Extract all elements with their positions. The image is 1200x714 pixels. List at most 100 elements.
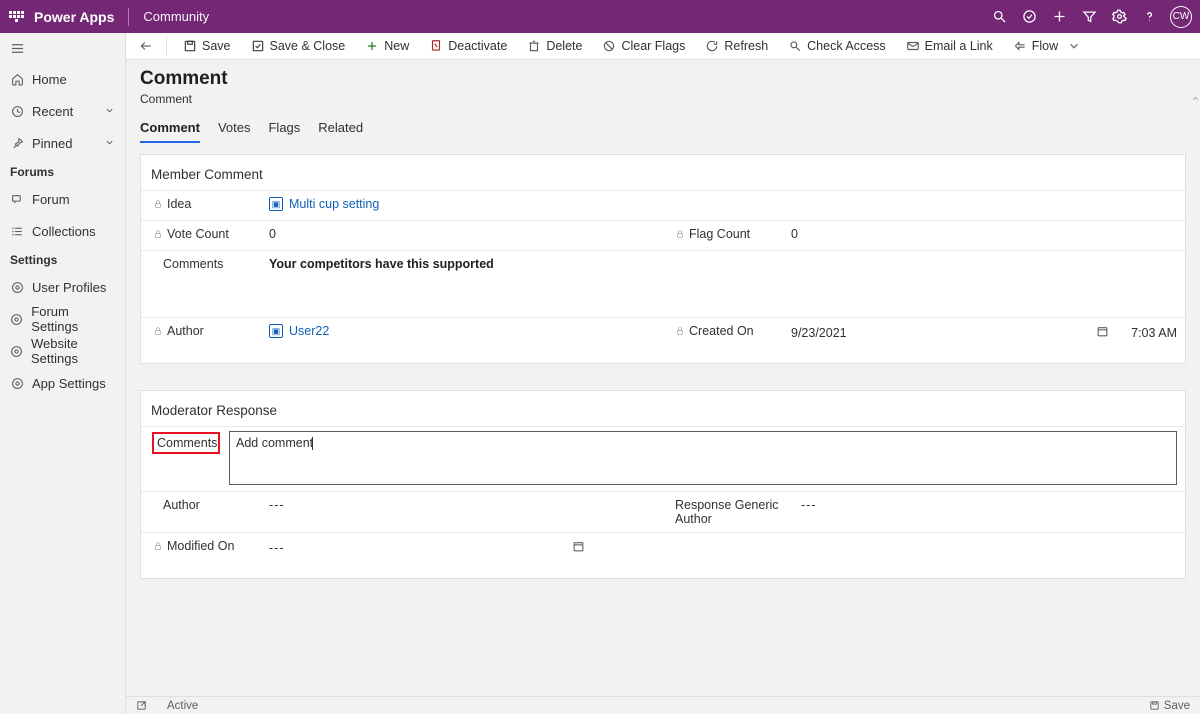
- add-icon[interactable]: [1044, 0, 1074, 33]
- nav-group-forums: Forums: [0, 159, 125, 183]
- value-flag-count[interactable]: 0: [783, 221, 1185, 250]
- record-state: Active: [167, 700, 198, 712]
- user-avatar[interactable]: CW: [1170, 6, 1192, 28]
- nav-forum[interactable]: Forum: [0, 183, 125, 215]
- value-comments[interactable]: Your competitors have this supported: [261, 251, 1185, 317]
- help-icon[interactable]: [1134, 0, 1164, 33]
- value-vote-count[interactable]: 0: [261, 221, 663, 250]
- tab-comment[interactable]: Comment: [140, 116, 200, 143]
- search-icon[interactable]: [984, 0, 1014, 33]
- cmd-label: Email a Link: [925, 39, 993, 53]
- cmd-label: Save & Close: [270, 39, 346, 53]
- nav-forum-settings[interactable]: Forum Settings: [0, 303, 125, 335]
- home-icon: [10, 72, 24, 86]
- tab-votes[interactable]: Votes: [218, 116, 251, 143]
- label-modified-on: Modified On: [141, 533, 261, 562]
- nav-label: App Settings: [32, 376, 106, 391]
- mod-comments-input[interactable]: Add comment: [229, 431, 1177, 485]
- nav-label: User Profiles: [32, 280, 106, 295]
- value-author[interactable]: ▣ User22: [261, 318, 663, 347]
- deactivate-button[interactable]: Deactivate: [421, 33, 515, 60]
- check-access-button[interactable]: Check Access: [780, 33, 894, 60]
- nav-label: Recent: [32, 104, 73, 119]
- status-bar: Active Save: [126, 696, 1200, 714]
- lock-icon: [153, 199, 163, 209]
- delete-button[interactable]: Delete: [519, 33, 590, 60]
- nav-app-settings[interactable]: App Settings: [0, 367, 125, 399]
- row-comments: Comments Your competitors have this supp…: [141, 250, 1185, 317]
- label-created-on: Created On: [663, 318, 783, 347]
- lookup-icon: ▣: [269, 197, 283, 211]
- form-tabs: Comment Votes Flags Related: [140, 116, 1186, 144]
- chevron-down-icon: [104, 136, 115, 151]
- nav-pinned[interactable]: Pinned: [0, 127, 125, 159]
- email-link-button[interactable]: Email a Link: [898, 33, 1001, 60]
- lock-icon: [153, 326, 163, 336]
- label-comments: Comments: [141, 251, 261, 317]
- task-icon[interactable]: [1014, 0, 1044, 33]
- nav-label: Home: [32, 72, 67, 87]
- gear-icon: [10, 376, 24, 390]
- value-modified-on[interactable]: ---: [261, 533, 663, 562]
- clear-flags-button[interactable]: Clear Flags: [594, 33, 693, 60]
- nav-website-settings[interactable]: Website Settings: [0, 335, 125, 367]
- filter-icon[interactable]: [1074, 0, 1104, 33]
- cmd-label: New: [384, 39, 409, 53]
- entity-name: Comment: [140, 92, 1186, 106]
- tab-related[interactable]: Related: [318, 116, 363, 143]
- refresh-button[interactable]: Refresh: [697, 33, 776, 60]
- gear-icon: [10, 312, 23, 326]
- app-name: Power Apps: [34, 9, 114, 25]
- app-launcher-icon[interactable]: [8, 9, 24, 25]
- row-mod-comments: Comments Add comment: [141, 426, 1185, 491]
- save-button[interactable]: Save: [175, 33, 239, 60]
- row-modified: Modified On ---: [141, 532, 1185, 562]
- tab-flags[interactable]: Flags: [268, 116, 300, 143]
- left-nav: Home Recent Pinned Forums Forum Collecti…: [0, 33, 126, 714]
- panel-title: Moderator Response: [141, 399, 1185, 426]
- panel-member-comment: Member Comment Idea ▣ Multi cup setting: [140, 154, 1186, 364]
- panel-title: Member Comment: [141, 163, 1185, 190]
- flow-button[interactable]: Flow: [1005, 33, 1089, 60]
- value-generic-author[interactable]: ---: [793, 492, 1185, 532]
- cmd-label: Clear Flags: [621, 39, 685, 53]
- value-created-on[interactable]: 9/23/2021 7:03 AM: [783, 318, 1185, 347]
- nav-label: Pinned: [32, 136, 72, 151]
- cmd-label: Flow: [1032, 39, 1058, 53]
- value-mod-author[interactable]: ---: [261, 492, 663, 532]
- row-author-created: Author ▣ User22 Created On 9/: [141, 317, 1185, 347]
- page-title: Comment: [140, 68, 1186, 90]
- label-mod-comments: Comments: [151, 431, 221, 455]
- row-idea: Idea ▣ Multi cup setting: [141, 190, 1185, 220]
- label-mod-author: Author: [141, 492, 261, 532]
- cmd-label: Deactivate: [448, 39, 507, 53]
- status-save-button[interactable]: Save: [1149, 700, 1190, 712]
- value-mod-comments-wrap: Add comment: [221, 431, 1177, 485]
- lock-icon: [153, 541, 163, 551]
- scrollbar[interactable]: [1190, 93, 1200, 143]
- header-divider: [128, 8, 129, 26]
- chevron-down-icon: [104, 104, 115, 119]
- pin-icon: [10, 136, 24, 150]
- area-name: Community: [143, 9, 209, 24]
- lock-icon: [675, 326, 685, 336]
- open-in-new-icon[interactable]: [136, 700, 147, 711]
- nav-group-settings: Settings: [0, 247, 125, 271]
- nav-recent[interactable]: Recent: [0, 95, 125, 127]
- lookup-icon: ▣: [269, 324, 283, 338]
- nav-collapse-button[interactable]: [0, 33, 125, 63]
- new-button[interactable]: New: [357, 33, 417, 60]
- save-close-button[interactable]: Save & Close: [243, 33, 354, 60]
- label-author: Author: [141, 318, 261, 347]
- cmd-label: Refresh: [724, 39, 768, 53]
- nav-collections[interactable]: Collections: [0, 215, 125, 247]
- nav-home[interactable]: Home: [0, 63, 125, 95]
- row-mod-author: Author --- Response Generic Author ---: [141, 491, 1185, 532]
- settings-icon[interactable]: [1104, 0, 1134, 33]
- calendar-icon: [1096, 325, 1109, 341]
- value-idea[interactable]: ▣ Multi cup setting: [261, 191, 1185, 220]
- nav-user-profiles[interactable]: User Profiles: [0, 271, 125, 303]
- back-button[interactable]: [134, 34, 158, 58]
- clock-icon: [10, 104, 24, 118]
- cmd-label: Save: [202, 39, 231, 53]
